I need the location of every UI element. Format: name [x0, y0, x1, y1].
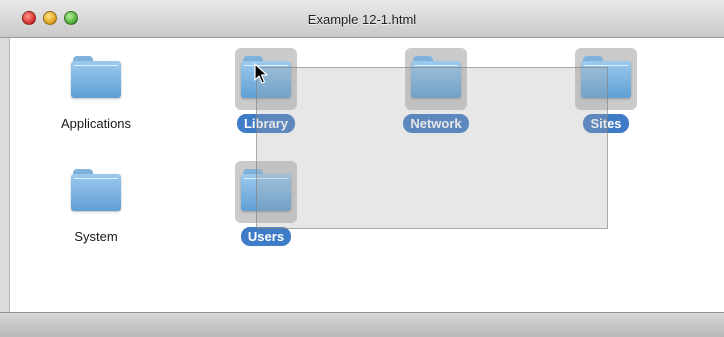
folder-icon	[71, 169, 121, 211]
mouse-pointer-icon	[254, 63, 268, 84]
item-applications[interactable]: Applications	[31, 40, 161, 140]
left-edge	[0, 38, 10, 312]
drag-selection-rectangle	[256, 67, 608, 229]
icon-frame	[65, 161, 127, 223]
item-system[interactable]: System	[31, 153, 161, 253]
status-bar	[0, 312, 724, 337]
icon-frame	[65, 48, 127, 110]
item-label: Users	[201, 227, 331, 246]
finder-window: Example 12-1.html Applications Library N…	[0, 0, 724, 337]
item-label: Applications	[60, 116, 132, 131]
folder-icon	[71, 56, 121, 98]
title-bar[interactable]: Example 12-1.html	[0, 0, 724, 38]
window-title: Example 12-1.html	[307, 12, 417, 27]
item-label: System	[74, 229, 118, 244]
